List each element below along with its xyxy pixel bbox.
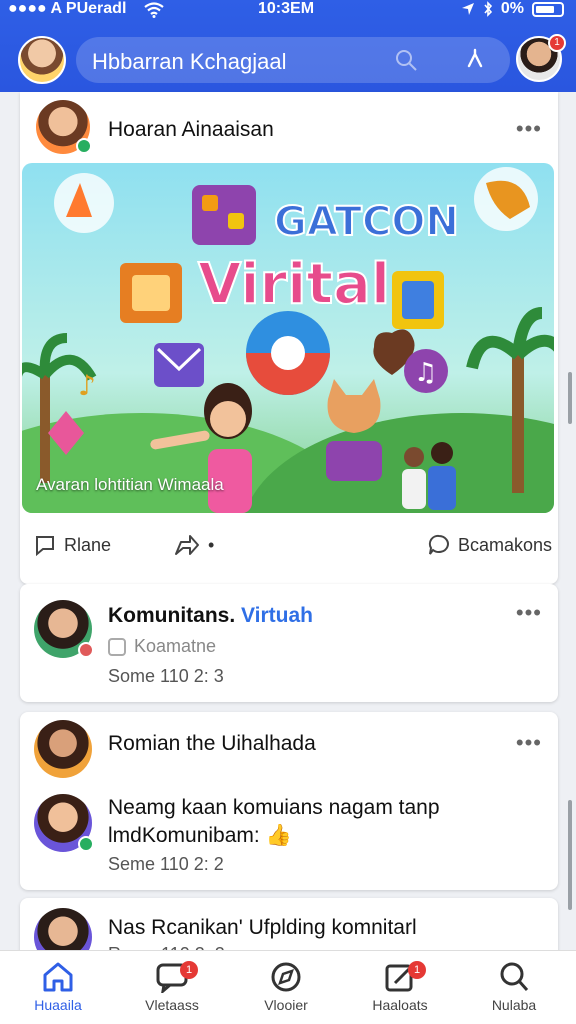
group-icon <box>108 637 126 656</box>
post-actions: Rlane • Bcamakons <box>20 528 558 564</box>
more-options-icon[interactable]: ••• <box>516 730 542 756</box>
nav-explore[interactable]: Vlooier <box>238 961 334 1013</box>
post-subtitle: Koamatne <box>108 636 216 657</box>
svg-text:♫: ♫ <box>414 358 437 388</box>
bluetooth-icon <box>484 1 492 17</box>
nav-create[interactable]: 1 Haaloats <box>352 961 448 1013</box>
search-bar[interactable]: Hbbarran Kchagjaal <box>76 37 510 83</box>
nav-home[interactable]: Huaaila <box>10 961 106 1013</box>
post-title[interactable]: Nas Rcanikan' Ufplding komnitarl <box>108 916 417 940</box>
nav-create-label: Haaloats <box>372 997 428 1013</box>
home-icon <box>43 962 73 992</box>
image-caption: Avaran lohtitian Wimaala <box>36 475 224 494</box>
nav-search[interactable]: Nulaba <box>466 961 562 1013</box>
share-button[interactable]: • <box>174 534 214 556</box>
top-bar: ●●●● A PUeradl 10:3EM 0% Hbbarran Kchagj… <box>0 0 576 92</box>
flag-icon <box>36 536 54 556</box>
more-options-icon[interactable]: ••• <box>516 600 542 626</box>
comment-timestamp: Seme 110 2: 2 <box>108 854 224 874</box>
like-button[interactable]: Rlane <box>34 534 111 556</box>
location-arrow-icon <box>461 3 474 15</box>
more-options-icon[interactable]: ••• <box>516 116 542 142</box>
search-icon <box>500 962 529 991</box>
verified-icon <box>76 138 92 154</box>
bottom-navigation: Huaaila 1 Vletaass Vlooier 1 Haaloats Nu… <box>0 950 576 1024</box>
comments-label: Bcamakons <box>458 534 553 555</box>
verified-icon <box>78 836 94 852</box>
carrier-label: ●●●● A PUeradl <box>8 0 127 17</box>
wifi-icon <box>144 2 164 18</box>
user-avatar[interactable] <box>18 36 66 84</box>
comment-text: Neamg kaan komuians nagam tanp lmdKomuni… <box>108 796 440 847</box>
search-input[interactable]: Hbbarran Kchagjaal <box>92 49 286 75</box>
scrollbar-lower[interactable] <box>568 800 572 910</box>
status-bar: ●●●● A PUeradl 10:3EM 0% <box>0 0 576 22</box>
like-label: Rlane <box>64 534 112 555</box>
create-badge: 1 <box>408 961 426 979</box>
post-title[interactable]: Komunitans. Virtuah <box>108 604 313 628</box>
author-avatar[interactable] <box>34 720 92 778</box>
post-card-community[interactable]: Komunitans. Virtuah Koamatne Some 110 2:… <box>20 584 558 702</box>
post-title-accent: Virtuah <box>241 604 313 627</box>
nav-explore-label: Vlooier <box>264 997 308 1013</box>
comments-button[interactable]: Bcamakons <box>428 534 552 556</box>
share-label: • <box>208 534 215 555</box>
status-dot-icon <box>78 642 94 658</box>
nav-messages[interactable]: 1 Vletaass <box>124 961 220 1013</box>
post-title-main: Komunitans. <box>108 604 236 627</box>
scrollbar[interactable] <box>568 372 572 424</box>
subtitle-text: Koamatne <box>134 636 217 656</box>
svg-text:GATCON: GATCON <box>274 199 459 245</box>
explore-icon <box>271 962 301 992</box>
comment-icon <box>428 534 449 555</box>
game-illustration: GATCON Virital ♫ ♪ <box>22 163 554 513</box>
messages-badge: 1 <box>180 961 198 979</box>
post-image[interactable]: GATCON Virital ♫ ♪ Avaran lohtitian Wima… <box>22 163 554 513</box>
post-author[interactable]: Hoaran Ainaaisan <box>108 118 274 142</box>
battery-icon <box>532 1 564 17</box>
clock: 10:3EM <box>258 0 315 17</box>
post-title[interactable]: Romian the Uihalhada <box>108 732 316 756</box>
svg-text:Virital: Virital <box>198 252 390 317</box>
post-card-discussion[interactable]: Romian the Uihalhada ••• Neamg kaan komu… <box>20 712 558 890</box>
post-timestamp: Some 110 2: 3 <box>108 666 224 686</box>
status-icons: 0% <box>461 0 564 18</box>
search-icon[interactable] <box>394 48 418 72</box>
notification-badge: 1 <box>548 34 566 52</box>
nav-search-label: Nulaba <box>491 997 537 1013</box>
nav-messages-label: Vletaass <box>145 997 199 1013</box>
nav-home-label: Huaaila <box>34 997 82 1013</box>
share-icon <box>175 535 199 555</box>
svg-text:♪: ♪ <box>78 369 96 402</box>
post-card-featured: Hoaran Ainaaisan ••• GATCON Virital ♫ ♪ … <box>20 92 558 584</box>
battery-percent: 0% <box>500 0 524 17</box>
pin-icon[interactable] <box>462 47 488 73</box>
